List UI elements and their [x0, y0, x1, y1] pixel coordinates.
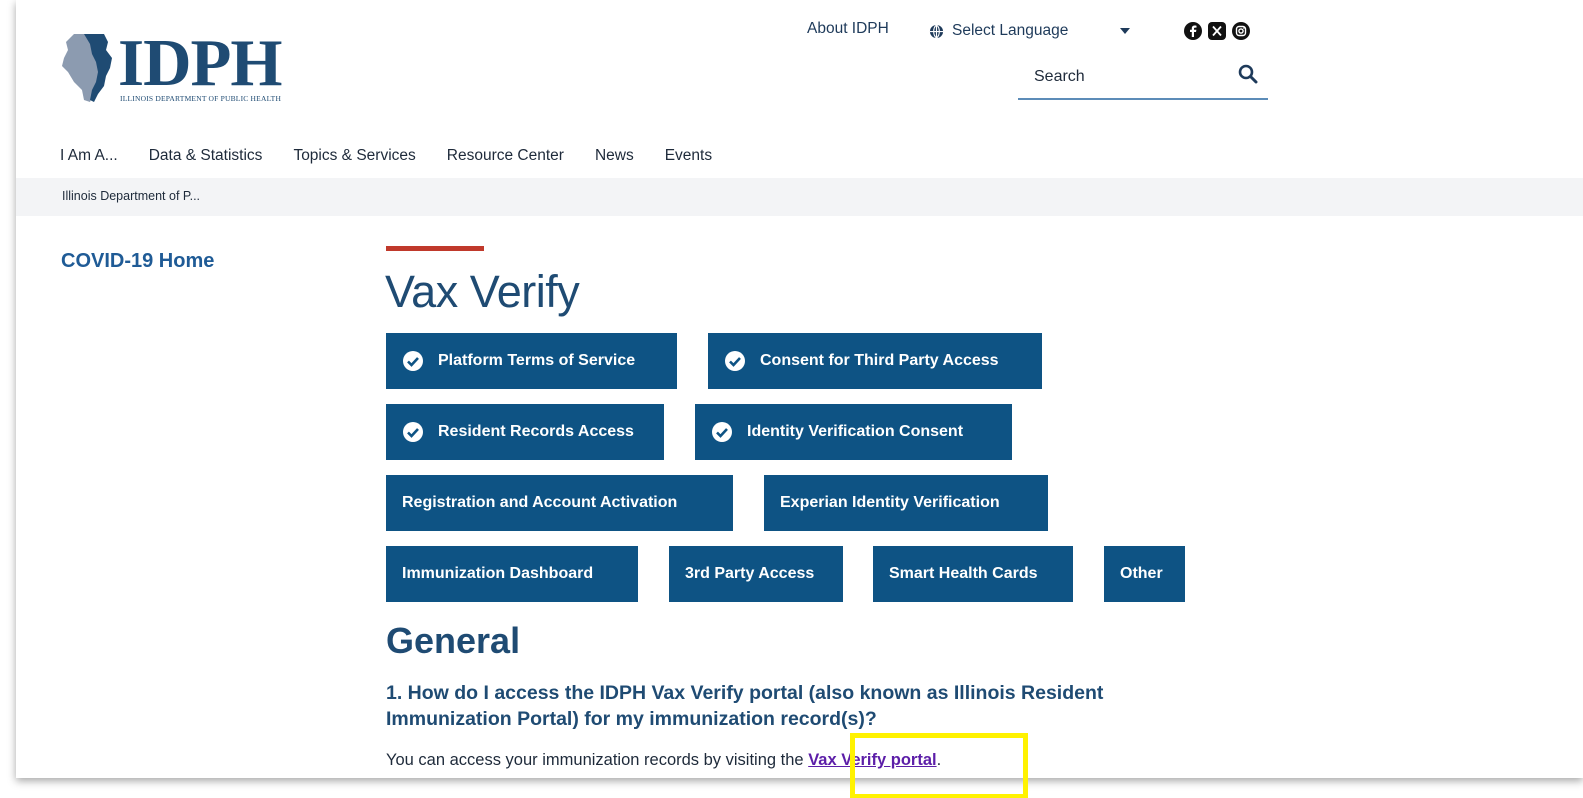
logo-wordmark: IDPH	[118, 26, 282, 100]
faq-answer: You can access your immunization records…	[386, 751, 941, 770]
nav-item-news[interactable]: News	[595, 147, 634, 165]
check-circle-icon	[725, 351, 745, 371]
facebook-icon[interactable]	[1184, 22, 1202, 40]
nav-item-i-am-a[interactable]: I Am A...	[60, 147, 118, 165]
tab-label: 3rd Party Access	[685, 565, 815, 582]
nav-item-data-statistics[interactable]: Data & Statistics	[149, 147, 263, 165]
answer-text: You can access your immunization records…	[386, 751, 809, 769]
tab-other[interactable]: Other	[1104, 546, 1185, 602]
chevron-down-icon[interactable]	[1120, 28, 1130, 34]
language-select[interactable]: Select Language	[929, 20, 1068, 42]
tab-registration[interactable]: Registration and Account Activation	[386, 475, 733, 531]
tab-label: Other	[1120, 565, 1163, 582]
vax-verify-portal-link[interactable]: Vax Verify portal	[808, 751, 936, 769]
tab-3rd-party-access[interactable]: 3rd Party Access	[669, 546, 843, 602]
section-title: General	[386, 620, 521, 661]
about-link[interactable]: About IDPH	[807, 20, 889, 42]
main-nav: I Am A... Data & Statistics Topics & Ser…	[16, 134, 1583, 178]
x-icon[interactable]	[1208, 22, 1226, 40]
search-box[interactable]: Search	[1018, 56, 1268, 100]
nav-item-resource-center[interactable]: Resource Center	[447, 147, 564, 165]
check-circle-icon	[403, 351, 423, 371]
globe-icon	[929, 23, 944, 39]
idph-logo[interactable]: IDPH ILLINOIS DEPARTMENT OF PUBLIC HEALT…	[60, 28, 330, 104]
tab-label: Immunization Dashboard	[402, 565, 594, 582]
answer-suffix: .	[936, 751, 942, 769]
title-accent-bar	[386, 246, 484, 251]
tab-label: Platform Terms of Service	[438, 352, 636, 369]
breadcrumb-link[interactable]: Illinois Department of P...	[62, 189, 200, 203]
tab-immunization-dashboard[interactable]: Immunization Dashboard	[386, 546, 638, 602]
faq-question[interactable]: 1. How do I access the IDPH Vax Verify p…	[386, 680, 1206, 732]
tab-smart-health-cards[interactable]: Smart Health Cards	[873, 546, 1073, 602]
breadcrumb: Illinois Department of P...	[16, 178, 1583, 216]
tab-label: Identity Verification Consent	[747, 423, 964, 440]
language-select-label: Select Language	[952, 22, 1069, 39]
tab-label: Resident Records Access	[438, 423, 634, 440]
tab-identity-consent[interactable]: Identity Verification Consent	[695, 404, 1012, 460]
page-title: Vax Verify	[385, 266, 580, 317]
nav-item-topics-services[interactable]: Topics & Services	[293, 147, 415, 165]
browser-page: IDPH ILLINOIS DEPARTMENT OF PUBLIC HEALT…	[16, 0, 1583, 778]
logo-subtitle: ILLINOIS DEPARTMENT OF PUBLIC HEALTH	[120, 94, 282, 103]
check-circle-icon	[712, 422, 732, 442]
check-circle-icon	[403, 422, 423, 442]
tab-label: Experian Identity Verification	[780, 494, 1000, 511]
instagram-icon[interactable]	[1232, 22, 1250, 40]
tab-experian[interactable]: Experian Identity Verification	[764, 475, 1048, 531]
nav-item-events[interactable]: Events	[665, 147, 712, 165]
search-input[interactable]: Search	[1034, 68, 1085, 86]
tab-platform-terms[interactable]: Platform Terms of Service	[386, 333, 677, 389]
social-links	[1184, 22, 1250, 40]
illinois-map-icon	[62, 34, 112, 102]
tab-label: Smart Health Cards	[889, 565, 1038, 582]
search-icon[interactable]	[1238, 64, 1258, 84]
tab-consent-third-party[interactable]: Consent for Third Party Access	[708, 333, 1042, 389]
tab-resident-records[interactable]: Resident Records Access	[386, 404, 664, 460]
sidebar-item-covid-home[interactable]: COVID-19 Home	[61, 250, 214, 273]
tab-label: Registration and Account Activation	[402, 494, 678, 511]
tab-label: Consent for Third Party Access	[760, 352, 999, 369]
